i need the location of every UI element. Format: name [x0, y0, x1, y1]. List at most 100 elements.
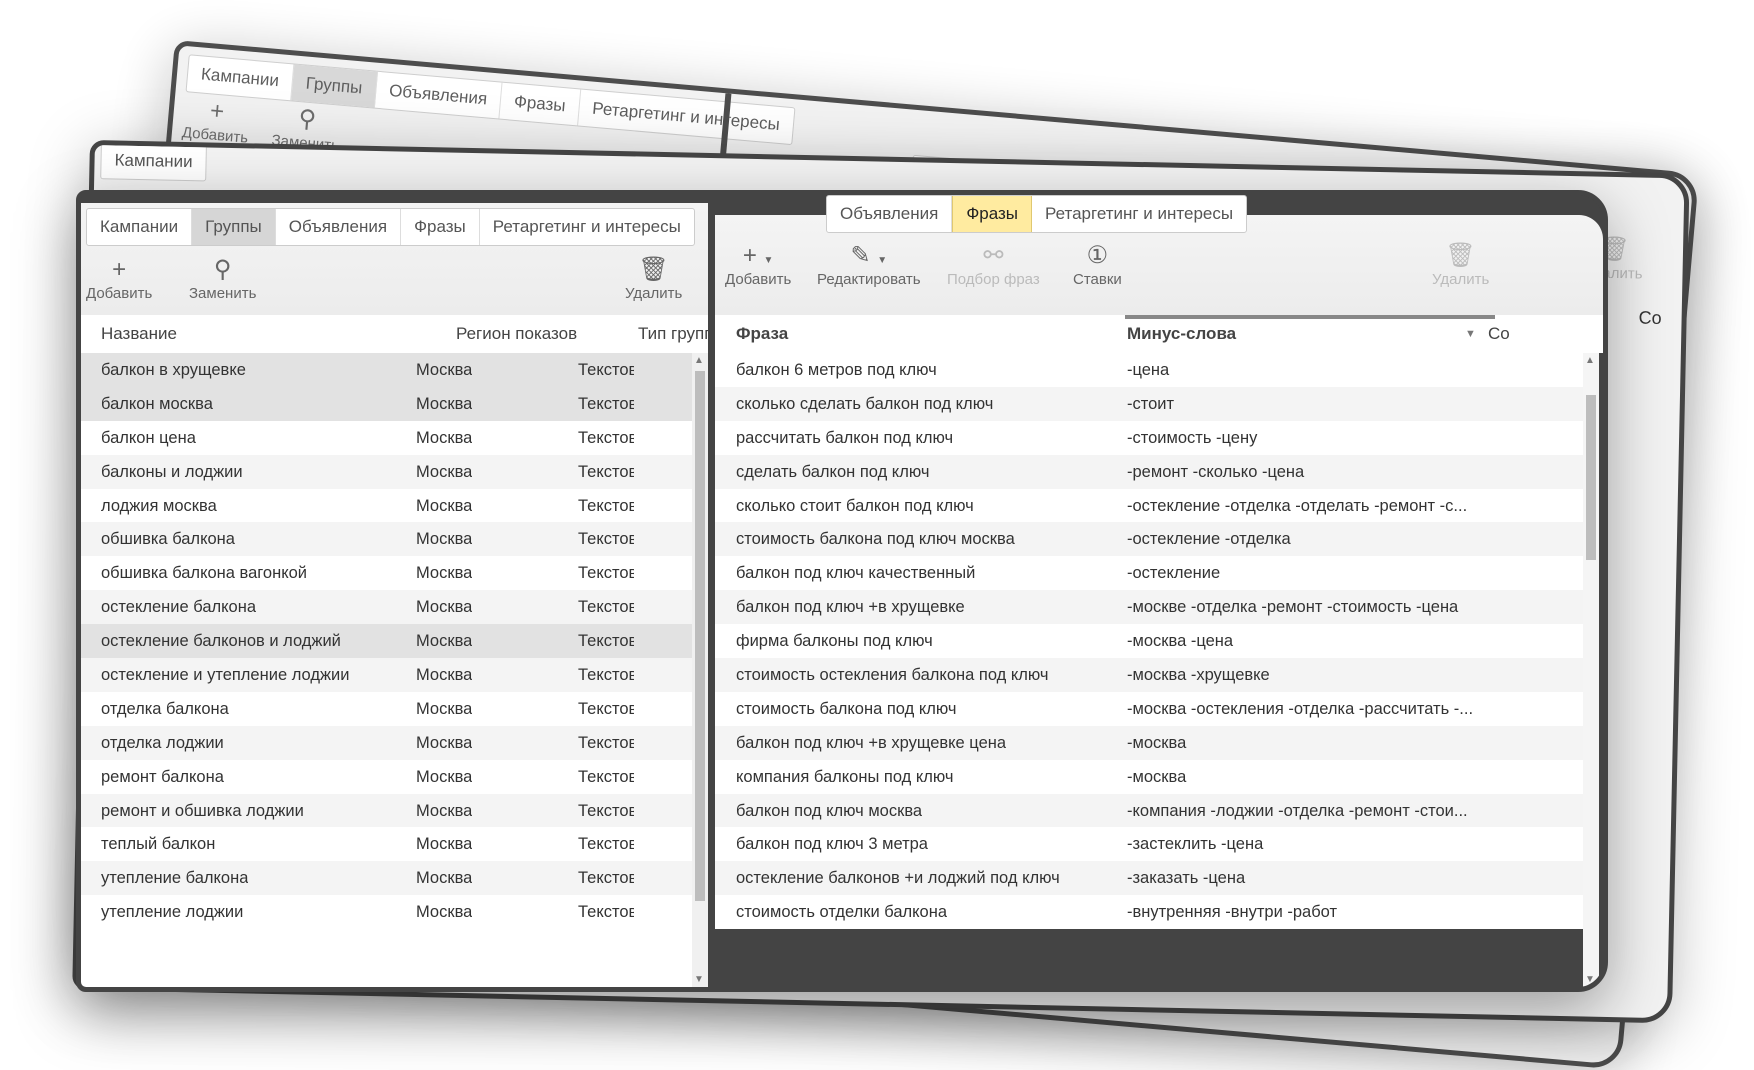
table-row[interactable]: остекление балконов +и лоджий под ключ -з…: [715, 861, 1583, 896]
tab-ads: Объявления: [374, 71, 503, 119]
replace-button[interactable]: ⚲ Заменить: [189, 256, 257, 303]
table-row[interactable]: балкон под ключ 3 метра -застеклить -цена: [715, 827, 1583, 861]
tab-retargeting: Ретаргетинг и интересы: [591, 98, 781, 134]
add-button[interactable]: + ▼ Добавить: [725, 243, 792, 289]
table-row[interactable]: лоджия москва Москва Текстово: [81, 489, 708, 523]
scroll-thumb[interactable]: [1586, 395, 1596, 560]
table-row[interactable]: теплый балкон Москва Текстово: [81, 827, 708, 861]
cell-region: Москва: [416, 462, 473, 481]
groups-scrollbar[interactable]: ▲ ▼: [692, 353, 708, 987]
col-region[interactable]: Регион показов: [456, 324, 577, 344]
table-row[interactable]: стоимость балкона под ключ -москва -остек…: [715, 692, 1583, 726]
table-row[interactable]: стоимость отделки балкона -внутренняя -вн…: [715, 895, 1583, 929]
cell-name: остекление и утепление лоджии: [101, 666, 350, 685]
table-row[interactable]: балкон под ключ +в хрущевке цена -москва: [715, 725, 1583, 760]
search-icon: ⚲: [213, 256, 232, 283]
table-row[interactable]: балкон в хрущевке Москва Текстово: [81, 353, 708, 387]
scroll-down-icon[interactable]: ▼: [1585, 974, 1595, 985]
tab-phrases: Фразы: [499, 82, 581, 126]
cell-name: теплый балкон: [101, 835, 216, 854]
table-row[interactable]: сделать балкон под ключ -ремонт -сколько …: [715, 454, 1583, 489]
tab-retargeting[interactable]: Ретаргетинг и интересы: [480, 209, 694, 245]
table-row[interactable]: обшивка балкона Москва Текстово: [81, 522, 708, 557]
scroll-up-icon[interactable]: ▲: [1585, 355, 1595, 366]
table-row[interactable]: обшивка балкона вагонкой Москва Текстово: [81, 556, 708, 590]
col-minus-words[interactable]: Минус-слова: [1127, 324, 1236, 344]
cell-name: отделка лоджии: [101, 733, 224, 752]
table-row[interactable]: компания балконы под ключ -москва: [715, 760, 1583, 794]
table-row[interactable]: балкон под ключ качественный -остекление: [715, 556, 1583, 590]
cell-minus: -ремонт -сколько -цена: [1127, 462, 1305, 481]
tab-groups[interactable]: Группы: [192, 209, 276, 245]
tab-ads[interactable]: Объявления: [827, 196, 953, 232]
cell-minus: -москва -хрущевке: [1127, 666, 1270, 685]
table-row[interactable]: сколько сделать балкон под ключ -стоит: [715, 386, 1583, 421]
table-row[interactable]: стоимость остекления балкона под ключ -мо…: [715, 658, 1583, 692]
tab-groups: Группы: [291, 64, 378, 108]
table-row[interactable]: рассчитать балкон под ключ -стоимость -це…: [715, 421, 1583, 455]
cell-type: Текстово: [578, 632, 634, 651]
trash-icon: 🗑: [1445, 242, 1476, 269]
groups-table-header: Название Регион показов Тип группы: [81, 315, 708, 353]
table-row[interactable]: балкон под ключ +в хрущевке -москве -отде…: [715, 590, 1583, 625]
cell-name: балкон в хрущевке: [101, 361, 246, 379]
back-add: + Добавить: [181, 96, 251, 146]
cell-phrase: балкон под ключ качественный: [736, 564, 976, 583]
table-row[interactable]: утепление балкона Москва Текстово: [81, 861, 708, 896]
phrases-scrollbar[interactable]: ▲ ▼: [1583, 353, 1599, 987]
column-resize-bar: [1125, 315, 1495, 319]
tab-retargeting[interactable]: Ретаргетинг и интересы: [1032, 196, 1246, 232]
tab-phrases[interactable]: Фразы: [401, 209, 480, 245]
tab-campaigns[interactable]: Кампании: [87, 209, 193, 245]
cell-phrase: фирма балконы под ключ: [736, 632, 933, 651]
table-row[interactable]: ремонт балкона Москва Текстово: [81, 760, 708, 794]
table-row[interactable]: фирма балконы под ключ -москва -цена: [715, 624, 1583, 658]
cell-minus: -компания -лоджии -отделка -ремонт -стои…: [1127, 801, 1468, 820]
table-row[interactable]: сколько стоит балкон под ключ -остекление…: [715, 489, 1583, 523]
table-row[interactable]: ремонт и обшивка лоджии Москва Текстово: [81, 793, 708, 828]
col-next[interactable]: Co: [1488, 324, 1510, 344]
table-row[interactable]: отделка лоджии Москва Текстово: [81, 725, 708, 760]
tab-ads[interactable]: Объявления: [276, 209, 402, 245]
table-row[interactable]: утепление лоджии Москва Текстово: [81, 895, 708, 929]
col-type[interactable]: Тип группы: [638, 324, 708, 344]
col-name[interactable]: Название: [101, 324, 177, 344]
delete-button[interactable]: 🗑 Удалить: [1432, 242, 1490, 289]
back2-tabs: Кампании: [100, 141, 208, 182]
edit-button[interactable]: ✎ ▼ Редактировать: [817, 243, 921, 289]
phrases-panel: + ▼ Добавить ✎ ▼ Редактировать ⚯ Подбор фра…: [715, 195, 1603, 987]
table-row[interactable]: стоимость балкона под ключ москва -остекл…: [715, 522, 1583, 557]
scroll-up-icon[interactable]: ▲: [694, 355, 704, 366]
add-button[interactable]: + Добавить: [86, 257, 152, 303]
cell-type: Текстово: [578, 598, 634, 617]
table-row[interactable]: балкон 6 метров под ключ -цена: [715, 353, 1583, 387]
col-phrase[interactable]: Фраза: [736, 324, 788, 344]
cell-name: ремонт балкона: [101, 767, 224, 786]
cell-phrase: сделать балкон под ключ: [736, 462, 930, 481]
table-row[interactable]: балконы и лоджии Москва Текстово: [81, 454, 708, 489]
table-row[interactable]: остекление балконов и лоджий Москва Тексто…: [81, 624, 708, 659]
scroll-down-icon[interactable]: ▼: [694, 974, 704, 985]
cell-phrase: балкон 6 метров под ключ: [736, 361, 937, 379]
table-row[interactable]: отделка балкона Москва Текстово: [81, 692, 708, 726]
delete-label: Удалить: [625, 285, 683, 302]
chevron-down-icon[interactable]: ▼: [1465, 328, 1476, 340]
table-row[interactable]: балкон цена Москва Текстово: [81, 421, 708, 455]
cell-phrase: стоимость балкона под ключ: [736, 699, 957, 718]
replace-label: Заменить: [189, 285, 257, 302]
bids-button[interactable]: ① Ставки: [1073, 243, 1122, 289]
add-label: Добавить: [725, 271, 792, 288]
delete-label: Удалить: [1432, 271, 1490, 288]
pick-phrases-button[interactable]: ⚯ Подбор фраз: [947, 243, 1040, 289]
table-row[interactable]: балкон под ключ москва -компания -лоджии …: [715, 793, 1583, 828]
cell-phrase: балкон под ключ москва: [736, 801, 923, 820]
cell-minus: -москве -отделка -ремонт -стоимость -цен…: [1127, 598, 1459, 617]
delete-button[interactable]: 🗑 Удалить: [625, 257, 683, 303]
table-row[interactable]: остекление балкона Москва Текстово: [81, 590, 708, 625]
scroll-thumb[interactable]: [695, 371, 705, 901]
tab-phrases[interactable]: Фразы: [952, 196, 1032, 232]
cell-minus: -москва -цена: [1127, 632, 1234, 651]
table-row[interactable]: балкон москва Москва Текстово: [81, 386, 708, 421]
cell-region: Москва: [416, 733, 473, 752]
table-row[interactable]: остекление и утепление лоджии Москва Текст…: [81, 658, 708, 692]
